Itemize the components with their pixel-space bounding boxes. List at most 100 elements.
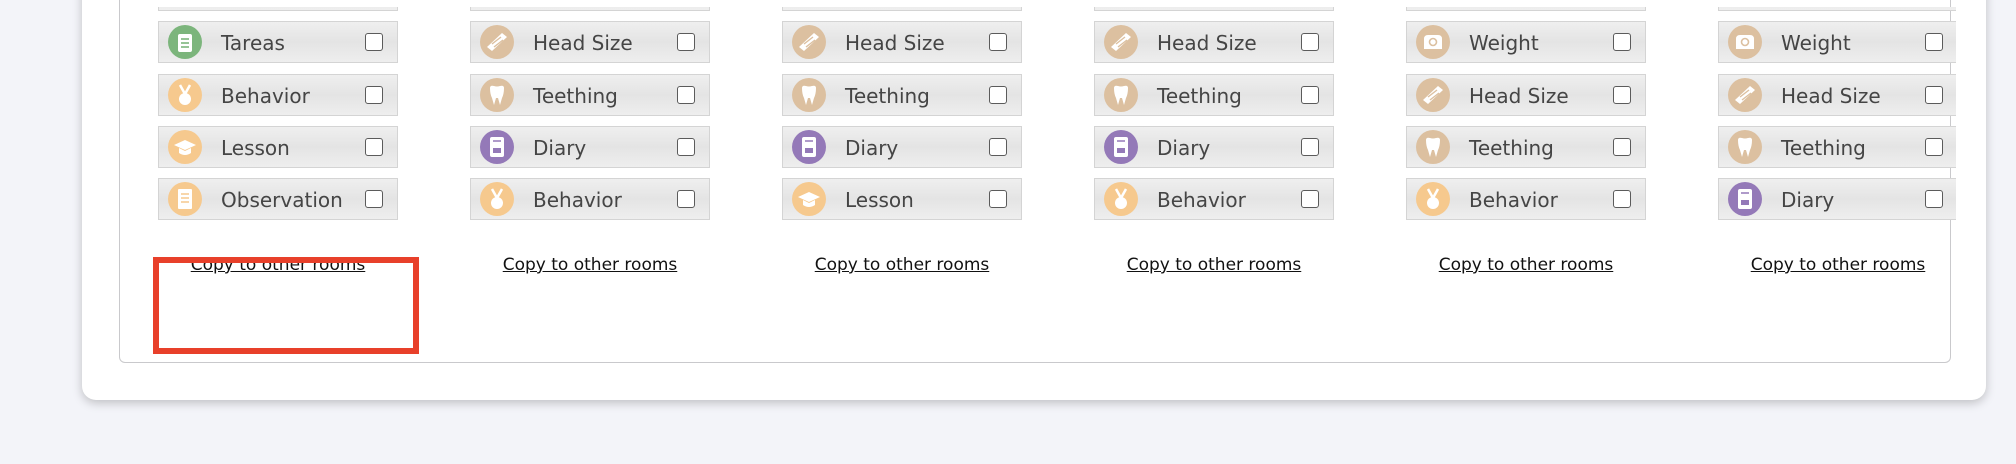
activity-label: Lesson [221,136,290,160]
activity-checkbox[interactable] [1613,190,1631,208]
activity-item: Behavior [1406,178,1646,220]
activity-label: Teething [1781,136,1866,160]
measuring-tape-icon [480,25,514,59]
activity-label: Head Size [533,31,633,55]
activity-checkbox[interactable] [365,33,383,51]
measuring-tape-icon [792,25,826,59]
activity-label: Weight [1469,31,1539,55]
tooth-icon [1728,130,1762,164]
activity-label: Upload Photo [221,7,355,12]
activity-checkbox[interactable] [1301,86,1319,104]
activity-checkbox[interactable] [1613,86,1631,104]
activity-item: Height [1406,7,1646,11]
activity-checkbox[interactable] [365,138,383,156]
graduation-cap-icon [792,182,826,216]
activity-checkbox[interactable] [1301,33,1319,51]
activity-item: Head Size [782,21,1022,63]
activity-label: Head Size [1781,84,1881,108]
medal-icon [1104,182,1138,216]
activity-item: Height [1718,7,1956,11]
activity-item: Head Size [470,21,710,63]
activity-item: Diary [782,126,1022,168]
activity-checkbox[interactable] [365,86,383,104]
activity-checkbox[interactable] [1925,86,1943,104]
medal-icon [168,78,202,112]
activity-checkbox[interactable] [1613,138,1631,156]
activity-item: Teething [1094,74,1334,116]
activity-item: Upload Photo [158,7,398,11]
activity-label: Observation [221,188,343,212]
room-columns: Upload Photo Tareas Behavior Lesson Observat… [158,7,1956,337]
activity-label: Diary [845,136,899,160]
tooth-icon [792,78,826,112]
measuring-tape-icon [1104,25,1138,59]
activity-item: Diary [470,126,710,168]
activity-item: Teething [782,74,1022,116]
activity-item: Behavior [470,178,710,220]
activity-label: Teething [1157,84,1242,108]
activity-checkbox[interactable] [1925,190,1943,208]
activity-checkbox[interactable] [365,190,383,208]
activity-checkbox[interactable] [677,190,695,208]
activity-label: Diary [1781,188,1835,212]
activity-label: Behavior [221,84,310,108]
copy-to-other-rooms-link[interactable]: Copy to other rooms [1094,255,1334,275]
activity-label: Height [1781,7,1847,12]
activity-item: Observation [158,178,398,220]
activity-item: Lesson [158,126,398,168]
activity-label: Head Size [1157,31,1257,55]
activity-label: Behavior [533,188,622,212]
clipboard-icon [168,25,202,59]
activity-item: Behavior [158,74,398,116]
diary-icon [1104,130,1138,164]
diary-icon [792,130,826,164]
copy-to-other-rooms-link[interactable]: Copy to other rooms [470,255,710,275]
activity-item: Tareas [158,21,398,63]
scale-icon [1416,25,1450,59]
activity-checkbox[interactable] [989,190,1007,208]
medal-icon [480,182,514,216]
activity-label: Head Size [845,31,945,55]
diary-icon [1728,182,1762,216]
activity-item: Weight [1406,21,1646,63]
activity-item: Weight [1094,7,1334,11]
activity-label: Behavior [1469,188,1558,212]
activity-label: Weight [845,7,915,12]
activity-checkbox[interactable] [1301,138,1319,156]
activity-checkbox[interactable] [989,33,1007,51]
activity-item: Head Size [1718,74,1956,116]
graduation-cap-icon [168,130,202,164]
copy-to-other-rooms-link[interactable]: Copy to other rooms [782,255,1022,275]
activity-label: Teething [533,84,618,108]
activity-checkbox[interactable] [1613,33,1631,51]
activity-checkbox[interactable] [1925,138,1943,156]
activity-label: Behavior [1157,188,1246,212]
activity-label: Lesson [845,188,914,212]
activity-item: Weight [1718,21,1956,63]
copy-to-other-rooms-link[interactable]: Copy to other rooms [1406,255,1646,275]
activity-label: Head Size [1469,84,1569,108]
activity-label: Tareas [221,31,285,55]
activity-checkbox[interactable] [989,86,1007,104]
activity-checkbox[interactable] [1301,190,1319,208]
activity-label: Teething [845,84,930,108]
document-icon [168,182,202,216]
activity-checkbox[interactable] [989,138,1007,156]
activity-checkbox[interactable] [677,86,695,104]
activity-item: Teething [470,74,710,116]
activity-item: Behavior [1094,178,1334,220]
copy-to-other-rooms-link[interactable]: Copy to other rooms [1718,255,1956,275]
diary-icon [480,130,514,164]
activity-checkbox[interactable] [677,138,695,156]
activity-item: Teething [1406,126,1646,168]
activity-item: Lesson [782,178,1022,220]
activity-label: Weight [533,7,603,12]
tooth-icon [480,78,514,112]
activity-checkbox[interactable] [677,33,695,51]
activity-checkbox[interactable] [1925,33,1943,51]
activity-item: Head Size [1406,74,1646,116]
activity-item: Weight [470,7,710,11]
measuring-tape-icon [1728,78,1762,112]
medal-icon [1416,182,1450,216]
activity-label: Diary [1157,136,1211,160]
